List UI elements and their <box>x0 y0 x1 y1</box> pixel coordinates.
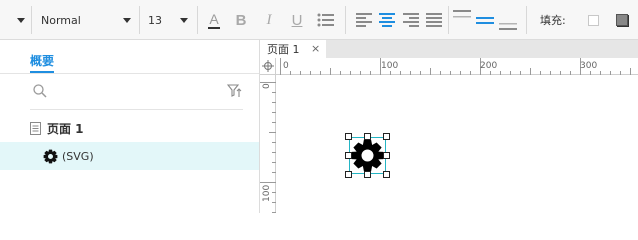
fill-label: 填充: <box>540 14 566 27</box>
resize-handle-w[interactable] <box>345 152 352 159</box>
toolbar-divider <box>31 6 32 34</box>
font-family-select[interactable]: Normal <box>41 0 133 40</box>
gear-icon <box>351 139 384 172</box>
valign-middle-icon <box>476 17 494 24</box>
tree-item-page[interactable]: 页面 1 <box>0 114 259 142</box>
toolbar-divider <box>526 6 527 34</box>
align-justify-button[interactable] <box>426 0 442 40</box>
canvas-area: 页面 1 × 0 100 200 300 0 100 <box>260 40 638 213</box>
bold-icon: B <box>235 11 247 29</box>
ruler-corner[interactable] <box>260 58 276 75</box>
ruler-label: 100 <box>381 61 399 71</box>
ruler-label: 0 <box>262 83 272 89</box>
valign-bottom-button[interactable] <box>499 0 517 40</box>
ruler-label: 100 <box>262 184 272 202</box>
toolbar-divider <box>448 6 449 34</box>
resize-handle-n[interactable] <box>364 133 371 140</box>
resize-handle-e[interactable] <box>383 152 390 159</box>
fill-swatch <box>588 14 599 26</box>
search-icon[interactable] <box>33 84 47 98</box>
align-left-icon <box>356 13 372 27</box>
selected-svg-shape[interactable] <box>349 137 386 174</box>
bullet-list-icon <box>317 13 334 27</box>
resize-handle-se[interactable] <box>383 171 390 178</box>
panel-divider <box>0 73 259 74</box>
page-icon <box>30 121 41 135</box>
bullet-list-button[interactable] <box>317 0 334 40</box>
italic-button[interactable]: I <box>259 0 279 40</box>
document-tabstrip: 页面 1 × <box>260 40 638 58</box>
vertical-ruler: 0 100 <box>260 75 276 213</box>
outline-tab[interactable]: 概要 <box>30 52 54 69</box>
text-color-swatch <box>208 26 220 29</box>
crosshair-icon <box>262 60 274 72</box>
bold-button[interactable]: B <box>231 0 251 40</box>
shadow-button[interactable] <box>616 0 628 40</box>
leading-dropdown[interactable] <box>17 0 25 40</box>
shadow-icon <box>616 14 628 26</box>
italic-icon: I <box>266 11 272 28</box>
valign-top-button[interactable] <box>453 0 471 40</box>
fill-color-button[interactable] <box>588 0 599 40</box>
tree-item-svg[interactable]: (SVG) <box>0 142 259 170</box>
horizontal-ruler: 0 100 200 300 <box>276 58 638 75</box>
ruler-label: 0 <box>283 61 289 71</box>
filter-icon[interactable] <box>227 84 242 98</box>
chevron-down-icon <box>180 17 188 23</box>
tree-item-label: (SVG) <box>62 149 94 163</box>
align-right-button[interactable] <box>403 0 419 40</box>
text-color-icon: A <box>209 10 219 27</box>
search-underline <box>30 109 243 110</box>
tree-item-label: 页面 1 <box>47 121 84 136</box>
ruler-label: 200 <box>480 61 498 71</box>
toolbar-divider <box>139 6 140 34</box>
valign-top-icon <box>453 10 471 18</box>
ruler-label: 300 <box>580 61 598 71</box>
gear-icon <box>43 149 58 163</box>
valign-bottom-icon <box>499 23 517 30</box>
font-family-value: Normal <box>41 13 81 27</box>
font-size-value: 13 <box>148 13 162 27</box>
toolbar: Normal 13 A B I U 填充: <box>0 0 638 40</box>
toolbar-divider <box>197 6 198 34</box>
align-justify-icon <box>426 13 442 27</box>
outline-panel: 概要 页面 1 (SVG) <box>0 40 260 213</box>
text-color-button[interactable]: A <box>204 0 224 40</box>
align-left-button[interactable] <box>356 0 372 40</box>
valign-middle-button[interactable] <box>476 0 494 40</box>
toolbar-divider <box>345 6 346 34</box>
tab-page-1[interactable]: 页面 1 × <box>260 40 326 58</box>
close-icon[interactable]: × <box>311 42 320 55</box>
underline-icon: U <box>291 11 303 29</box>
align-right-icon <box>403 13 419 27</box>
align-center-icon <box>379 13 395 27</box>
tab-label: 页面 1 <box>267 43 300 56</box>
font-size-select[interactable]: 13 <box>148 0 190 40</box>
underline-button[interactable]: U <box>287 0 307 40</box>
chevron-down-icon <box>17 17 25 23</box>
resize-handle-ne[interactable] <box>383 133 390 140</box>
resize-handle-sw[interactable] <box>345 171 352 178</box>
chevron-down-icon <box>123 17 131 23</box>
align-center-button[interactable] <box>379 0 395 40</box>
resize-handle-nw[interactable] <box>345 133 352 140</box>
resize-handle-s[interactable] <box>364 171 371 178</box>
